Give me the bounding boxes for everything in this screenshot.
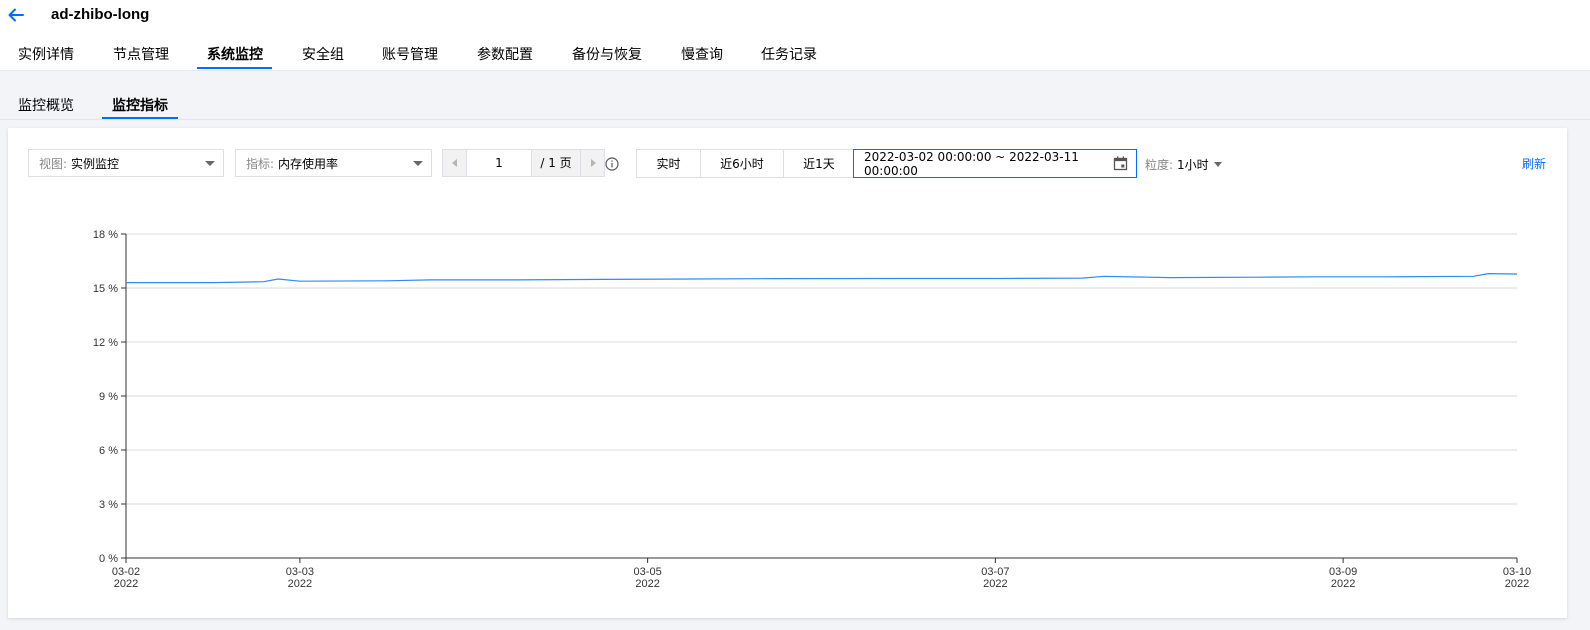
x-tick-label: 03-07 xyxy=(981,566,1009,578)
y-tick-label: 9 % xyxy=(99,391,118,403)
y-tick-label: 18 % xyxy=(93,229,118,241)
x-tick-year: 2022 xyxy=(288,578,312,590)
y-tick-label: 3 % xyxy=(99,499,118,511)
x-tick-label: 03-05 xyxy=(634,566,662,578)
y-tick-label: 15 % xyxy=(93,283,118,295)
x-tick-year: 2022 xyxy=(1331,578,1355,590)
x-tick-label: 03-10 xyxy=(1503,566,1531,578)
x-tick-year: 2022 xyxy=(635,578,659,590)
y-tick-label: 0 % xyxy=(99,553,118,565)
x-tick-year: 2022 xyxy=(1505,578,1529,590)
series-line xyxy=(126,272,1518,284)
x-tick-label: 03-09 xyxy=(1329,566,1357,578)
x-tick-year: 2022 xyxy=(114,578,138,590)
x-tick-label: 03-03 xyxy=(286,566,314,578)
memory-usage-chart: 0 %3 %6 %9 %12 %15 %18 %03-02202203-0320… xyxy=(93,229,1531,590)
x-tick-year: 2022 xyxy=(983,578,1007,590)
y-tick-label: 12 % xyxy=(93,337,118,349)
x-tick-label: 03-02 xyxy=(112,566,140,578)
y-tick-label: 6 % xyxy=(99,445,118,457)
